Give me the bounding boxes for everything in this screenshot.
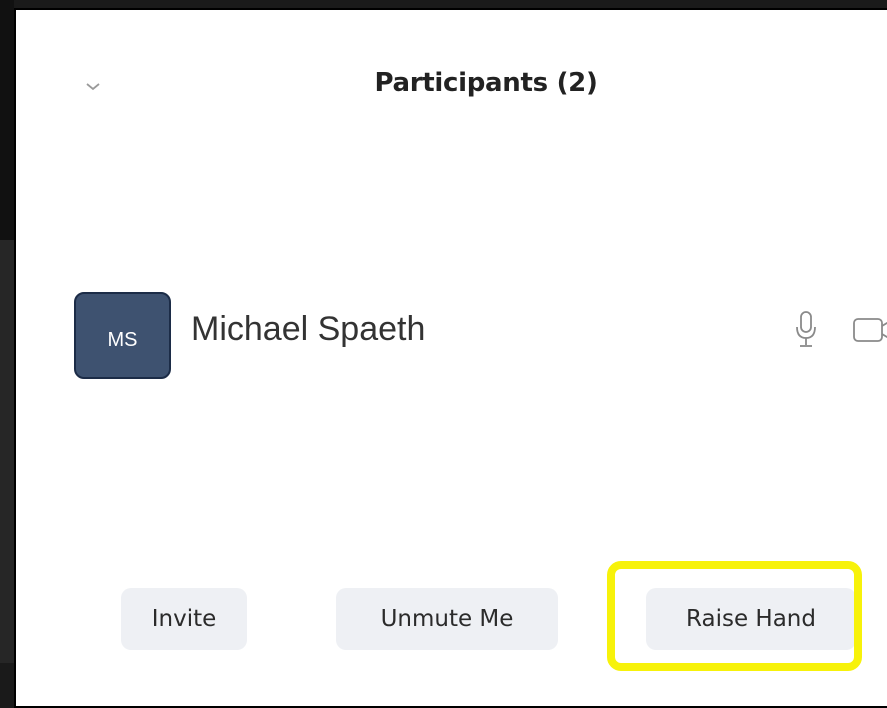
- avatar: MS: [74, 292, 171, 379]
- microphone-icon[interactable]: [794, 310, 818, 350]
- panel-title: Participants (2): [374, 68, 598, 98]
- raise-hand-button[interactable]: Raise Hand: [646, 588, 856, 650]
- participant-name: Michael Spaeth: [191, 310, 426, 348]
- unmute-me-button[interactable]: Unmute Me: [336, 588, 558, 650]
- participants-panel: Participants (2) MS Michael Spaeth Invit…: [14, 8, 887, 708]
- video-camera-icon[interactable]: [852, 316, 887, 344]
- background-strip-lower: [0, 240, 14, 663]
- invite-button[interactable]: Invite: [121, 588, 247, 650]
- avatar-initials: MS: [107, 329, 138, 351]
- background-strip: [0, 0, 14, 663]
